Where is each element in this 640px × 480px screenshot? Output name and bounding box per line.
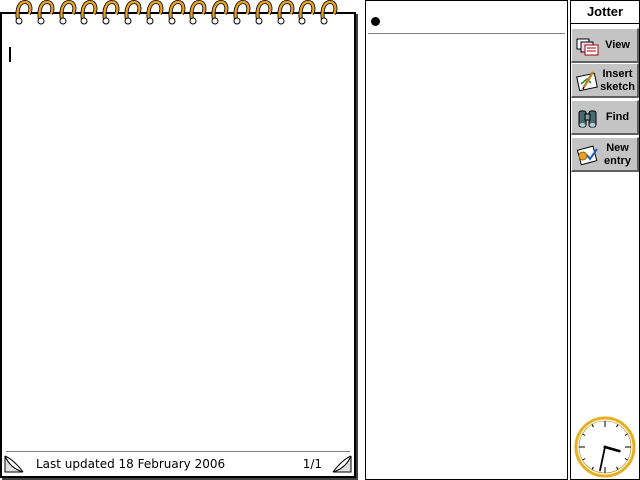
find-button-label: Find — [605, 111, 630, 123]
entry-list[interactable] — [365, 0, 568, 480]
binding-ring-icon — [320, 0, 338, 25]
binding-ring-icon — [189, 0, 207, 25]
new-entry-icon — [576, 145, 598, 166]
binding-ring-icon — [211, 0, 229, 25]
binding-ring-icon — [255, 0, 273, 25]
find-button[interactable]: Find — [571, 100, 639, 135]
view-icon — [576, 38, 599, 56]
clock-icon[interactable] — [574, 416, 636, 478]
binding-ring-icon — [102, 0, 120, 25]
binding-ring-icon — [37, 0, 55, 25]
notebook-page[interactable]: Last updated 18 February 2006 1/1 — [0, 12, 356, 478]
text-cursor — [9, 47, 11, 62]
page-curl-right-icon[interactable] — [332, 454, 352, 474]
entry-list-divider — [368, 33, 565, 34]
binding-ring-icon — [80, 0, 98, 25]
toolbar: Jotter View Insert sketch Find New entry — [570, 0, 640, 480]
binding-ring-icon — [15, 0, 33, 25]
binoculars-icon — [578, 110, 597, 128]
insert-sketch-button-label: Insert sketch — [600, 67, 635, 93]
binding-ring-icon — [277, 0, 294, 25]
page-curl-left-icon[interactable] — [4, 454, 24, 474]
binding-ring-icon — [233, 0, 251, 25]
binding-ring-icon — [124, 0, 142, 25]
view-button[interactable]: View — [571, 28, 639, 63]
sketch-icon — [576, 71, 598, 92]
last-updated-status: Last updated 18 February 2006 — [36, 457, 226, 471]
footer-divider — [6, 451, 350, 452]
binding-ring-icon — [59, 0, 76, 25]
view-button-label: View — [605, 39, 630, 51]
spiral-binding — [14, 0, 354, 26]
new-entry-button[interactable]: New entry — [571, 137, 639, 172]
binding-ring-icon — [298, 0, 316, 25]
app-title: Jotter — [571, 1, 639, 24]
page-indicator: 1/1 — [302, 457, 322, 471]
binding-ring-icon — [168, 0, 185, 25]
new-entry-button-label: New entry — [604, 141, 631, 167]
entry-list-item-bullet[interactable] — [371, 17, 380, 26]
binding-ring-icon — [146, 0, 164, 25]
insert-sketch-button[interactable]: Insert sketch — [571, 63, 639, 98]
